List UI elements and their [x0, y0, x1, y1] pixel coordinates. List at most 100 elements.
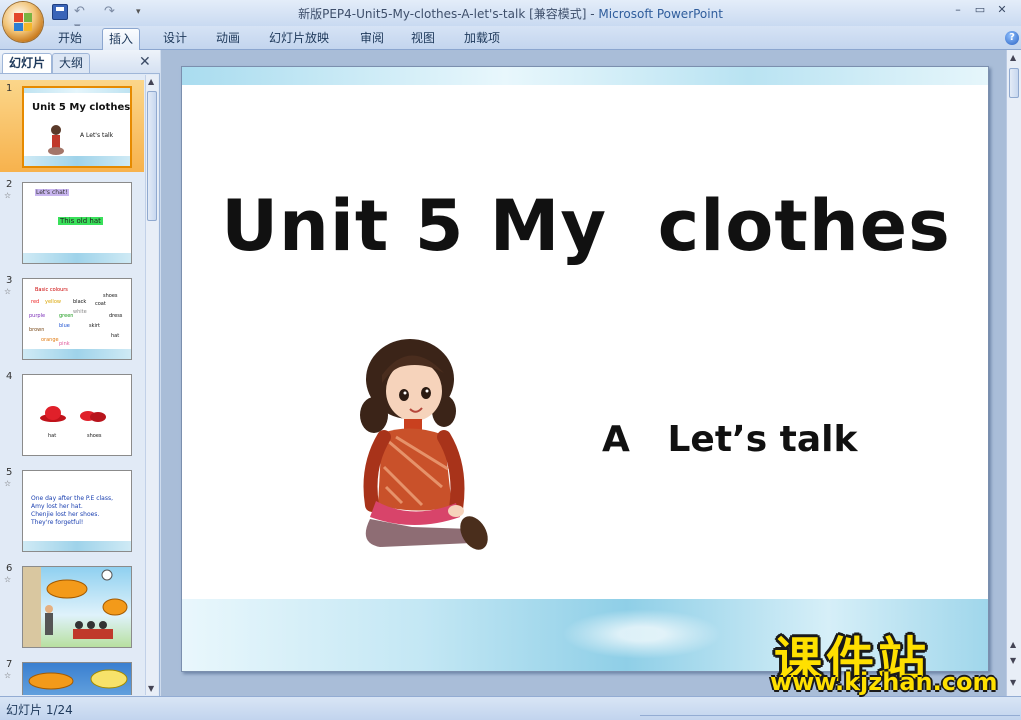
- maximize-button[interactable]: ▭: [972, 3, 988, 17]
- thumb-band: [23, 349, 131, 359]
- help-icon[interactable]: ?: [1005, 31, 1019, 45]
- slide-number: 2: [6, 179, 13, 190]
- slide-thumbnail-6[interactable]: 6 ☆: [0, 560, 144, 652]
- thumb-word: shoes: [103, 293, 118, 299]
- thumb-band: [23, 253, 131, 263]
- thumbnail-scrollbar[interactable]: ▲ ▼: [145, 75, 158, 695]
- thumb-band: [24, 156, 130, 166]
- status-bar-right: [640, 715, 1020, 720]
- tab-design[interactable]: 设计: [157, 30, 193, 48]
- animation-star-icon: ☆: [4, 479, 12, 488]
- thumb-word: orange: [41, 337, 59, 343]
- slide-thumbnail-5[interactable]: 5 ☆ One day after the P.E class, Amy los…: [0, 464, 144, 556]
- tab-review[interactable]: 审阅: [354, 30, 390, 48]
- next-slide-icon[interactable]: ▼: [1010, 656, 1016, 665]
- slides-panel: 幻灯片 大纲 ✕ 1 Unit 5 My clothes A Let's tal…: [0, 50, 160, 696]
- thumb-word: skirt: [89, 323, 100, 329]
- thumb-word: white: [73, 309, 87, 315]
- current-slide[interactable]: Unit 5 My clothes A Let’s talk: [181, 66, 989, 672]
- slide-number: 7: [6, 659, 13, 670]
- slide-counter: 幻灯片 1/24: [6, 703, 73, 717]
- scrollbar-thumb[interactable]: [1009, 68, 1019, 98]
- close-window-button[interactable]: ✕: [994, 3, 1010, 17]
- slide-number: 1: [6, 83, 13, 94]
- thumb-text: One day after the P.E class,: [31, 495, 114, 502]
- thumb-word: brown: [29, 327, 45, 333]
- thumb-word: blue: [59, 323, 70, 329]
- document-title: 新版PEP4-Unit5-My-clothes-A-let's-talk [兼容…: [298, 7, 599, 21]
- watermark-logo: 课件站 www.kjzhan.com: [770, 616, 1010, 700]
- app-name: Microsoft PowerPoint: [598, 7, 723, 21]
- tab-outline[interactable]: 大纲: [52, 53, 91, 73]
- slide-subtitle[interactable]: A Let’s talk: [602, 419, 857, 460]
- animation-star-icon: ☆: [4, 671, 12, 680]
- thumb-word: dress: [109, 313, 123, 319]
- thumbnail-image: Let's chat! This old hat: [22, 182, 132, 264]
- thumbnail-image: hat shoes: [22, 374, 132, 456]
- ribbon-tab-bar: 开始 插入 设计 动画 幻灯片放映 审阅 视图 加载项 ?: [0, 26, 1021, 50]
- slide-thumbnail-3[interactable]: 3 ☆ Basic colours red yellow black white…: [0, 272, 144, 364]
- tab-addins[interactable]: 加载项: [458, 30, 506, 48]
- thumb-word: green: [59, 313, 74, 319]
- thumbnail-image: [22, 566, 132, 648]
- speech-bubble-icon: [28, 669, 128, 690]
- slide-number: 3: [6, 275, 13, 286]
- scroll-down-icon[interactable]: ▼: [1010, 678, 1016, 687]
- slide-thumbnail-list: 1 Unit 5 My clothes A Let's talk 2 ☆ Let…: [0, 75, 144, 695]
- slide-thumbnail-4[interactable]: 4 hat shoes: [0, 368, 144, 460]
- tab-home[interactable]: 开始: [52, 30, 88, 48]
- thumb-word: pink: [59, 341, 70, 347]
- previous-slide-icon[interactable]: ▲: [1010, 640, 1016, 649]
- thumb-band: [24, 88, 130, 93]
- tab-slideshow[interactable]: 幻灯片放映: [263, 30, 335, 48]
- thumb-word: hat: [111, 333, 120, 339]
- animation-star-icon: ☆: [4, 191, 12, 200]
- scrollbar-thumb[interactable]: [147, 91, 157, 221]
- office-button[interactable]: [3, 2, 43, 42]
- tab-slides[interactable]: 幻灯片: [2, 53, 53, 73]
- thumbnail-image: Basic colours red yellow black white pur…: [22, 278, 132, 360]
- thumb-word: coat: [95, 301, 106, 307]
- tab-animations[interactable]: 动画: [210, 30, 246, 48]
- slide-thumbnail-7[interactable]: 7 ☆: [0, 656, 144, 695]
- thumb-subtitle: A Let's talk: [80, 132, 114, 139]
- close-panel-icon[interactable]: ✕: [139, 54, 151, 70]
- slide-thumbnail-1[interactable]: 1 Unit 5 My clothes A Let's talk: [0, 80, 144, 172]
- slide-top-band: [182, 67, 988, 85]
- thumbnail-image: Unit 5 My clothes A Let's talk: [22, 86, 132, 168]
- girl-icon: [48, 125, 64, 155]
- slide-title[interactable]: Unit 5 My clothes: [182, 185, 988, 267]
- thumb-label: shoes: [87, 433, 102, 439]
- slide-thumbnail-2[interactable]: 2 ☆ Let's chat! This old hat: [0, 176, 144, 268]
- thumb-word: red: [31, 299, 40, 305]
- tab-view[interactable]: 视图: [405, 30, 441, 48]
- window-title: 新版PEP4-Unit5-My-clothes-A-let's-talk [兼容…: [0, 5, 1021, 22]
- thumbnail-image: One day after the P.E class, Amy lost he…: [22, 470, 132, 552]
- thumb-word: yellow: [45, 299, 61, 305]
- thumb-text: Let's chat!: [35, 189, 69, 196]
- hat-icon: [40, 406, 66, 422]
- scroll-down-icon[interactable]: ▼: [148, 684, 154, 693]
- watermark-url: www.kjzhan.com: [770, 668, 998, 696]
- thumb-label: hat: [48, 433, 57, 439]
- shoes-icon: [80, 411, 106, 422]
- scroll-up-icon[interactable]: ▲: [148, 77, 154, 86]
- thumb-band: [23, 541, 131, 551]
- slide-number: 4: [6, 371, 13, 382]
- animation-star-icon: ☆: [4, 575, 12, 584]
- thumb-text: They're forgetful!: [31, 519, 84, 526]
- slide-scrollbar[interactable]: ▲ ▲ ▼ ▼: [1006, 50, 1021, 696]
- thumb-word: black: [73, 299, 87, 305]
- powerpoint-window: ↶ ▾ ↷ ▾ 新版PEP4-Unit5-My-clothes-A-let's-…: [0, 0, 1021, 720]
- thumb-title: Unit 5 My clothes: [32, 102, 131, 113]
- girl-illustration: [360, 339, 488, 550]
- minimize-button[interactable]: –: [950, 3, 966, 17]
- scroll-up-icon[interactable]: ▲: [1010, 53, 1016, 62]
- thumbnail-image: [22, 662, 132, 695]
- panel-tabs: 幻灯片 大纲 ✕: [0, 50, 160, 74]
- animation-star-icon: ☆: [4, 287, 12, 296]
- tab-insert[interactable]: 插入: [102, 28, 141, 50]
- thumb-text: This old hat: [58, 217, 103, 225]
- slide-number: 5: [6, 467, 13, 478]
- thumb-text: Chenjie lost her shoes.: [31, 511, 100, 518]
